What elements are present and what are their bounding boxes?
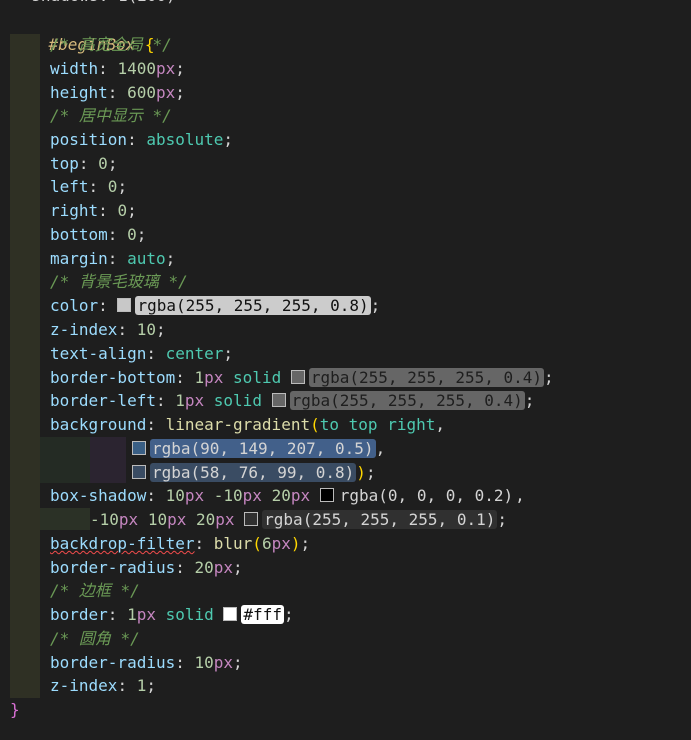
color-value-chip: rgba(255, 255, 255, 0.4): [308, 368, 545, 387]
code-line: border-bottom: 1px solid rgba(255, 255, …: [50, 368, 554, 387]
code-line: color: rgba(255, 255, 255, 0.8);: [50, 296, 381, 315]
code-line: margin: auto;: [50, 249, 176, 268]
color-value-chip: rgba(255, 255, 255, 0.1): [262, 510, 498, 529]
indent-guide: [40, 437, 90, 483]
color-swatch-icon[interactable]: [290, 370, 305, 384]
color-value-chip: rgba(255, 255, 255, 0.4): [289, 391, 525, 410]
code-line: background: linear-gradient(to top right…: [50, 415, 445, 434]
backdrop-filter-warning: backdrop-filter: [50, 534, 195, 553]
indent-guide: [90, 437, 126, 483]
code-line: z-index: 1;: [50, 676, 156, 695]
color-swatch-icon[interactable]: [132, 441, 146, 455]
code-comment: /* 居中显示 */: [50, 106, 172, 125]
code-line: rgba(58, 76, 99, 0.8));: [132, 461, 376, 485]
indent-guide: [40, 508, 90, 530]
code-line: height: 600px;: [50, 83, 185, 102]
code-line: border: 1px solid #fff;: [50, 605, 294, 624]
color-swatch-icon[interactable]: [223, 607, 238, 621]
code-line: -10px 10px 20px rgba(255, 255, 255, 0.1)…: [90, 510, 507, 529]
indent-guide: [10, 34, 40, 698]
code-comment: /* 背景毛玻璃 */: [50, 272, 188, 291]
close-brace: }: [10, 700, 20, 719]
code-line: backdrop-filter: blur(6px);: [50, 534, 311, 553]
code-editor[interactable]: shadows: 1(200) #beginBox { /* 高宽全局 */ w…: [0, 0, 691, 740]
code-line: right: 0;: [50, 201, 137, 220]
code-line: top: 0;: [50, 154, 118, 173]
code-line: #beginBox {: [10, 9, 155, 54]
code-comment: /* 圆角 */: [50, 629, 140, 648]
code-comment: /* 高宽全局 */: [50, 35, 172, 54]
color-swatch-icon[interactable]: [244, 512, 259, 526]
code-line: left: 0;: [50, 177, 128, 196]
color-value-chip: rgba(0, 0, 0, 0.2): [337, 486, 516, 505]
code-line: width: 1400px;: [50, 59, 185, 78]
color-value-chip: #fff: [241, 605, 284, 624]
color-value-chip: rgba(90, 149, 207, 0.5): [150, 439, 376, 458]
code-line: position: absolute;: [50, 130, 234, 149]
code-comment: /* 边框 */: [50, 581, 140, 600]
code-line: border-radius: 20px;: [50, 558, 243, 577]
color-swatch-icon[interactable]: [132, 465, 146, 479]
color-swatch-icon[interactable]: [271, 393, 286, 407]
code-line: z-index: 10;: [50, 320, 166, 339]
code-line: border-radius: 10px;: [50, 653, 243, 672]
code-line: border-left: 1px solid rgba(255, 255, 25…: [50, 391, 535, 410]
code-line: rgba(90, 149, 207, 0.5),: [132, 437, 385, 461]
color-value-chip: rgba(255, 255, 255, 0.8): [135, 296, 371, 315]
color-swatch-icon[interactable]: [319, 488, 334, 502]
color-swatch-icon[interactable]: [117, 298, 132, 312]
code-line: box-shadow: 10px -10px 20px rgba(0, 0, 0…: [50, 486, 525, 505]
clipped-code-line: shadows: 1(200): [12, 0, 176, 8]
color-value-chip: rgba(58, 76, 99, 0.8): [150, 463, 357, 482]
code-line: }: [10, 698, 20, 722]
code-line: bottom: 0;: [50, 225, 147, 244]
code-line: text-align: center;: [50, 344, 234, 363]
